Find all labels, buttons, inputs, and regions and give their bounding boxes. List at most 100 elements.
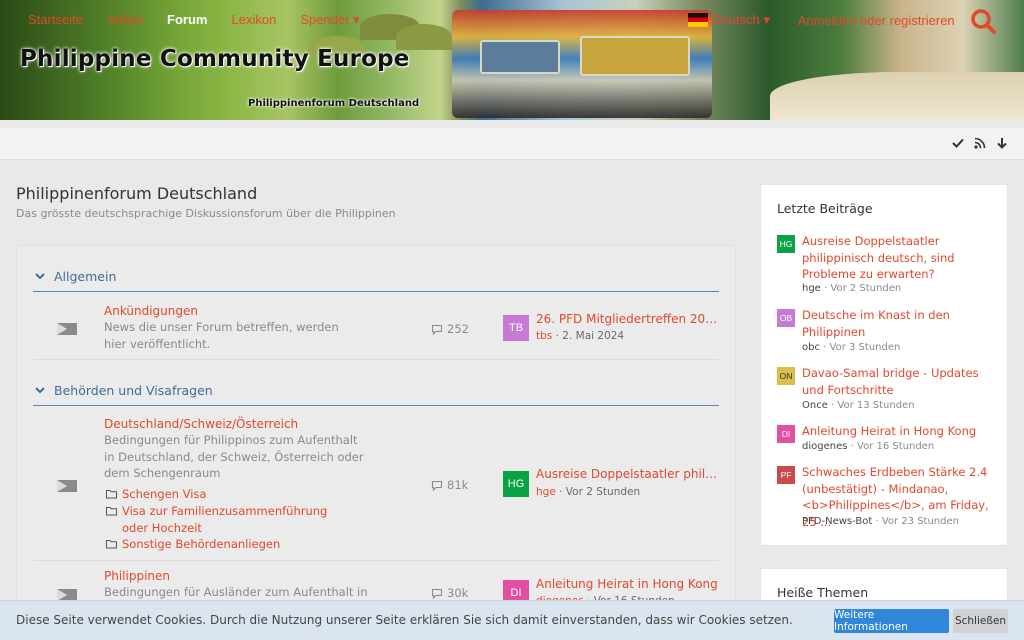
nav-lexicon[interactable]: Lexikon [232, 12, 277, 28]
last-post-user[interactable]: tbs [536, 330, 552, 342]
recent-post-user[interactable]: Once [802, 400, 828, 411]
last-post-meta: hge · Vor 2 Stunden [536, 486, 641, 498]
avatar[interactable]: PF [777, 466, 795, 484]
recent-post-title[interactable]: Davao-Samal bridge - Updates und Fortsch… [802, 365, 998, 398]
cookie-notice: Diese Seite verwendet Cookies. Durch die… [0, 600, 1024, 640]
recent-post: ON Davao-Samal bridge - Updates und Fort… [777, 365, 997, 411]
avatar[interactable]: HG [777, 235, 795, 253]
comment-icon [431, 480, 443, 491]
search-icon[interactable] [970, 8, 996, 34]
recent-post-meta: obc · Vor 3 Stunden [802, 342, 901, 353]
avatar[interactable]: HG [503, 471, 529, 497]
last-post-title[interactable]: 26. PFD Mitgliedertreffen 2024 [536, 312, 718, 326]
site-title[interactable]: Philippine Community Europe [20, 46, 410, 72]
site-header: Startseite Artikel Forum Lexikon Spender… [0, 0, 1024, 120]
post-count-value: 30k [447, 586, 469, 600]
comment-icon [431, 324, 443, 335]
recent-post-title[interactable]: Anleitung Heirat in Hong Kong [802, 423, 998, 440]
last-post-title[interactable]: Anleitung Heirat in Hong Kong [536, 577, 718, 591]
recent-post-time: Vor 3 Stunden [829, 342, 901, 353]
avatar[interactable]: TB [503, 315, 529, 341]
nav-articles[interactable]: Artikel [107, 12, 143, 28]
rss-icon[interactable] [974, 137, 986, 149]
forum-icon [57, 323, 77, 335]
category-header[interactable]: Behörden und Visafragen [33, 382, 719, 406]
site-subtitle: Philippinenforum Deutschland [248, 98, 420, 109]
chevron-down-icon[interactable] [35, 385, 45, 395]
last-post-time: 2. Mai 2024 [562, 330, 625, 342]
subforum-label: Sonstige Behördenanliegen [122, 537, 281, 551]
language-label: Deutsch [712, 12, 760, 27]
recent-post-meta: hge · Vor 2 Stunden [802, 283, 902, 294]
nav-donors-label: Spender [300, 12, 350, 27]
last-post-meta: tbs · 2. Mai 2024 [536, 330, 625, 342]
recent-posts-title: Letzte Beiträge [777, 201, 873, 216]
recent-post: OB Deutsche im Knast in den Philippinen … [777, 307, 997, 353]
recent-post-user[interactable]: hge [802, 283, 821, 294]
post-count: 81k [431, 478, 468, 492]
chevron-down-icon[interactable] [35, 271, 45, 281]
recent-post-title[interactable]: Deutsche im Knast in den Philippinen [802, 307, 998, 340]
hot-topics-title: Heiße Themen [777, 585, 869, 600]
category-label[interactable]: Allgemein [54, 269, 116, 284]
category-header[interactable]: Allgemein [33, 268, 719, 292]
category-label[interactable]: Behörden und Visafragen [54, 383, 213, 398]
recent-post-meta: diogenes · Vor 16 Stunden [802, 441, 935, 452]
recent-post-meta: Once · Vor 13 Stunden [802, 400, 915, 411]
forum-description: News die unser Forum betreffen, werden h… [104, 320, 339, 351]
forum-title[interactable]: Deutschland/Schweiz/Österreich [104, 417, 298, 431]
nav-forum[interactable]: Forum [167, 12, 207, 28]
sub-toolbar [0, 128, 1024, 160]
arrow-down-icon[interactable] [996, 137, 1008, 149]
forum-row: Deutschland/Schweiz/Österreich Bedingung… [33, 410, 719, 561]
banner-jeepney [580, 36, 690, 76]
recent-post: PF Schwaches Erdbeben Stärke 2.4 (unbest… [777, 464, 997, 530]
folder-icon [106, 507, 117, 516]
recent-post: HG Ausreise Doppelstaatler philippinisch… [777, 233, 997, 295]
nav-home[interactable]: Startseite [28, 12, 83, 28]
avatar[interactable]: ON [777, 367, 795, 385]
subforum-link[interactable]: Schengen Visa [106, 486, 206, 503]
recent-post-meta: PFD-News-Bot · Vor 23 Stunden [802, 516, 959, 527]
signin-link[interactable]: Anmelden oder registrieren [798, 13, 955, 28]
subforum-label: Schengen Visa [122, 487, 207, 501]
more-info-button[interactable]: Weitere Informationen [834, 609, 949, 633]
recent-post-user[interactable]: diogenes [802, 441, 847, 452]
folder-icon [106, 490, 117, 499]
language-selector[interactable]: Deutsch ▾ [712, 12, 770, 28]
forum-title[interactable]: Philippinen [104, 569, 170, 583]
page-description: Das grösste deutschsprachige Diskussions… [16, 207, 396, 220]
subforum-label: Visa zur Familienzusammenführung oder Ho… [122, 504, 328, 535]
close-button[interactable]: Schließen [953, 609, 1008, 633]
recent-post-title[interactable]: Ausreise Doppelstaatler philippinisch de… [802, 233, 998, 283]
banner-beach [770, 72, 1024, 120]
main-nav: Startseite Artikel Forum Lexikon Spender… [28, 12, 384, 28]
post-count: 252 [431, 322, 469, 336]
post-count: 30k [431, 586, 468, 600]
forum-description: Bedingungen für Philippinos zum Aufentha… [104, 433, 364, 480]
check-icon[interactable] [952, 137, 964, 149]
last-post-title[interactable]: Ausreise Doppelstaatler philippinisch de… [536, 467, 718, 481]
forum-row: Ankündigungen News die unser Forum betre… [33, 296, 719, 360]
german-flag-icon [688, 13, 708, 27]
last-post-time: Vor 2 Stunden [565, 486, 641, 498]
recent-post-time: Vor 2 Stunden [830, 283, 902, 294]
nav-donors[interactable]: Spender ▾ [300, 12, 359, 28]
forum-title[interactable]: Ankündigungen [104, 304, 198, 318]
recent-post-user[interactable]: PFD-News-Bot [802, 516, 872, 527]
recent-post-time: Vor 16 Stunden [857, 441, 935, 452]
recent-post: DI Anleitung Heirat in Hong Kong diogene… [777, 423, 997, 453]
avatar[interactable]: DI [777, 425, 795, 443]
subforum-link[interactable]: Sonstige Behördenanliegen [106, 536, 280, 553]
avatar[interactable]: OB [777, 309, 795, 327]
recent-post-time: Vor 23 Stunden [881, 516, 959, 527]
recent-posts-box: Letzte Beiträge HG Ausreise Doppelstaatl… [760, 184, 1008, 546]
post-count-value: 252 [447, 322, 469, 336]
last-post-user[interactable]: hge [536, 486, 556, 498]
subforum-link[interactable]: Visa zur Familienzusammenführung oder Ho… [106, 503, 356, 536]
cookie-text: Diese Seite verwendet Cookies. Durch die… [16, 613, 793, 627]
recent-post-user[interactable]: obc [802, 342, 820, 353]
comment-icon [431, 588, 443, 599]
recent-post-time: Vor 13 Stunden [837, 400, 915, 411]
page-title: Philippinenforum Deutschland [16, 184, 258, 203]
